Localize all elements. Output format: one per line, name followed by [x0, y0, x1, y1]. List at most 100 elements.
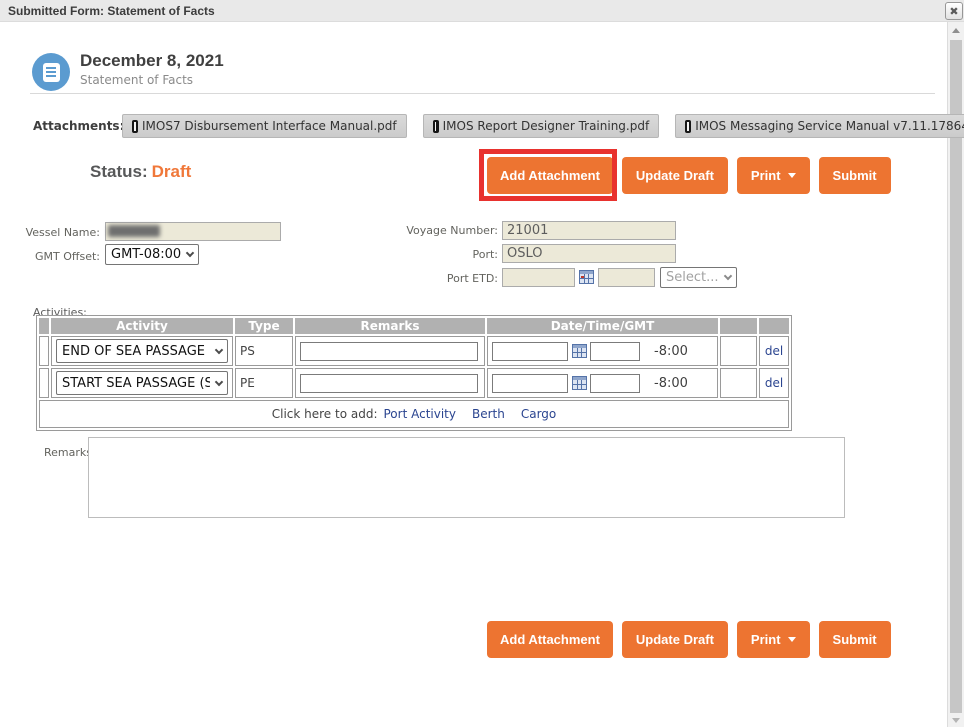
add-activity-row: Click here to add: Port Activity Berth Carg…: [39, 400, 789, 428]
statement-of-facts-icon: [32, 53, 70, 91]
activity-value: END OF SEA PASSAGE: [62, 344, 205, 359]
activity-type: PS: [235, 336, 293, 366]
print-button-label: Print: [751, 168, 781, 183]
calendar-button[interactable]: [572, 344, 587, 358]
scroll-down-icon[interactable]: [952, 718, 960, 723]
add-berth-link[interactable]: Berth: [472, 407, 505, 421]
bottom-action-buttons: Add Attachment Update Draft Print Submit: [487, 621, 891, 658]
col-delete: [759, 318, 789, 334]
update-draft-button[interactable]: Update Draft: [622, 621, 728, 658]
scroll-up-icon[interactable]: [952, 28, 960, 33]
row-selector-cell[interactable]: [39, 336, 49, 366]
blank-cell: [720, 368, 757, 398]
dialog-titlebar: Submitted Form: Statement of Facts: [0, 0, 964, 22]
attachment-filename: IMOS Report Designer Training.pdf: [443, 119, 650, 133]
add-attachment-button[interactable]: Add Attachment: [487, 157, 613, 194]
status-label: Status:: [90, 162, 148, 181]
caret-down-icon: [788, 173, 796, 178]
attachment-filename: IMOS Messaging Service Manual v7.11.1786…: [695, 119, 964, 133]
calendar-button[interactable]: [572, 376, 587, 390]
paperclip-icon: [132, 120, 138, 133]
calendar-icon: [572, 376, 587, 390]
add-port-activity-link[interactable]: Port Activity: [384, 407, 456, 421]
activity-date-input[interactable]: [492, 342, 568, 361]
col-activity: Activity: [51, 318, 233, 334]
delete-row-link[interactable]: del: [765, 376, 783, 390]
activity-gmt-offset: -8:00: [654, 376, 688, 391]
attachment-filename: IMOS7 Disbursement Interface Manual.pdf: [142, 119, 397, 133]
port-etd-date-field[interactable]: [502, 268, 575, 287]
vessel-name-label: Vessel Name:: [0, 226, 100, 239]
activity-select[interactable]: END OF SEA PASSAGE: [56, 339, 228, 363]
close-icon: ✖: [949, 6, 958, 17]
calendar-icon: [579, 270, 594, 284]
close-button[interactable]: ✖: [945, 2, 963, 20]
voyage-number-label: Voyage Number:: [340, 224, 498, 237]
col-blank: [720, 318, 757, 334]
activity-time-input[interactable]: [590, 374, 640, 393]
activity-value: START SEA PASSAGE (S: [62, 376, 210, 391]
activity-row: END OF SEA PASSAGE PS -8:00 del: [39, 336, 789, 366]
port-etd-zone-select[interactable]: Select...: [660, 267, 737, 288]
activity-gmt-offset: -8:00: [654, 344, 688, 359]
add-attachment-button[interactable]: Add Attachment: [487, 621, 613, 658]
paperclip-icon: [685, 120, 691, 133]
port-etd-label: Port ETD:: [340, 272, 498, 285]
delete-row-link[interactable]: del: [765, 344, 783, 358]
voyage-number-field[interactable]: [502, 221, 676, 240]
attachment-chip[interactable]: IMOS Report Designer Training.pdf: [423, 114, 660, 138]
paperclip-icon: [433, 120, 439, 133]
gmt-offset-value: GMT-08:00: [111, 247, 181, 262]
redacted-vessel-name: [108, 225, 160, 237]
chevron-down-icon: [724, 272, 732, 280]
chevron-down-icon: [186, 249, 194, 257]
port-label: Port:: [340, 248, 498, 261]
calendar-icon: [572, 344, 587, 358]
print-button[interactable]: Print: [737, 157, 810, 194]
row-selector-cell[interactable]: [39, 368, 49, 398]
update-draft-button[interactable]: Update Draft: [622, 157, 728, 194]
header-divider: [30, 93, 935, 94]
chevron-down-icon: [215, 377, 223, 385]
attachment-chip[interactable]: IMOS7 Disbursement Interface Manual.pdf: [122, 114, 407, 138]
form-date-title: December 8, 2021: [80, 51, 224, 71]
submitted-form-dialog: Submitted Form: Statement of Facts ✖ Dec…: [0, 0, 964, 727]
status-row: Status:Draft: [90, 162, 191, 182]
col-selector: [39, 318, 49, 334]
port-field[interactable]: [502, 244, 676, 263]
scrollbar-thumb[interactable]: [950, 40, 962, 713]
col-datetime: Date/Time/GMT: [487, 318, 718, 334]
top-action-buttons: Add Attachment Update Draft Print Submit: [487, 157, 891, 194]
col-type: Type: [235, 318, 293, 334]
chevron-down-icon: [215, 345, 223, 353]
submit-button[interactable]: Submit: [819, 621, 891, 658]
activity-remarks-input[interactable]: [300, 342, 478, 361]
port-etd-zone-value: Select...: [666, 270, 719, 285]
add-cargo-link[interactable]: Cargo: [521, 407, 556, 421]
gmt-offset-label: GMT Offset:: [0, 250, 100, 263]
submit-button[interactable]: Submit: [819, 157, 891, 194]
add-row-label: Click here to add:: [272, 407, 378, 421]
calendar-button[interactable]: [579, 270, 594, 284]
port-etd-time-field[interactable]: [598, 268, 655, 287]
attachments-label: Attachments:: [33, 119, 124, 133]
attachments-list: IMOS7 Disbursement Interface Manual.pdf …: [122, 114, 964, 138]
remarks-textarea[interactable]: [88, 437, 845, 518]
document-icon: [43, 63, 60, 82]
blank-cell: [720, 336, 757, 366]
activities-header-row: Activity Type Remarks Date/Time/GMT: [39, 318, 789, 334]
caret-down-icon: [788, 637, 796, 642]
activity-time-input[interactable]: [590, 342, 640, 361]
status-badge: Draft: [152, 162, 192, 181]
form-subtitle: Statement of Facts: [80, 73, 193, 87]
activity-date-input[interactable]: [492, 374, 568, 393]
print-button-label: Print: [751, 632, 781, 647]
col-remarks: Remarks: [295, 318, 485, 334]
activity-select[interactable]: START SEA PASSAGE (S: [56, 371, 228, 395]
gmt-offset-select[interactable]: GMT-08:00: [105, 244, 199, 265]
activity-type: PE: [235, 368, 293, 398]
attachment-chip[interactable]: IMOS Messaging Service Manual v7.11.1786…: [675, 114, 964, 138]
print-button[interactable]: Print: [737, 621, 810, 658]
activity-remarks-input[interactable]: [300, 374, 478, 393]
dialog-title: Submitted Form: Statement of Facts: [0, 0, 964, 22]
